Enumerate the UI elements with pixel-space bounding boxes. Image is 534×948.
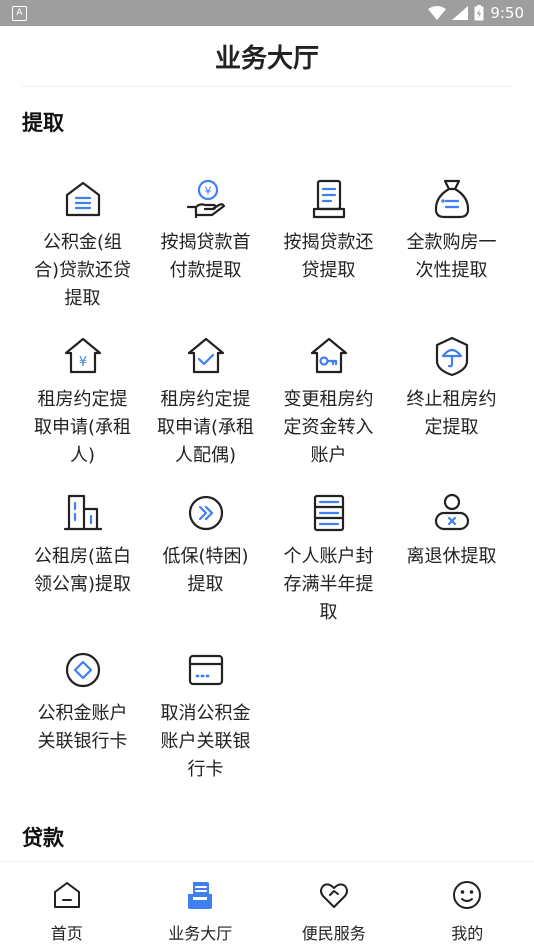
service-change-rent-account[interactable]: 变更租房约定资金转入账户 [267,334,390,471]
house-check-icon [184,334,228,378]
svg-text:¥: ¥ [78,355,86,370]
withdraw-service-grid: 公积金(组合)贷款还贷提取 ¥ 按揭贷款首付款提取 按揭贷款还贷提取 全款购房一… [21,177,534,785]
service-mortgage-downpayment-withdraw[interactable]: ¥ 按揭贷款首付款提取 [144,177,267,314]
service-label: 租房约定提取申请(承租人配偶) [156,389,255,466]
tab-label: 便民服务 [301,924,366,943]
tab-label: 首页 [50,924,83,943]
tab-label: 业务大厅 [168,924,233,943]
service-rent-withdraw-tenant[interactable]: ¥ 租房约定提取申请(承租人) [21,334,144,471]
money-bag-icon [430,177,474,221]
service-label: 终止租房约定提取 [406,389,497,438]
status-time: 9:50 [490,4,524,22]
service-label: 租房约定提取申请(承租人) [33,389,132,466]
service-hall-icon [184,878,216,912]
service-label: 公租房(蓝白领公寓)提取 [33,546,132,595]
service-unlink-bank-card[interactable]: 取消公积金账户关联银行卡 [144,648,267,785]
service-rent-withdraw-spouse[interactable]: 租房约定提取申请(承租人配偶) [144,334,267,471]
bottom-tab-bar: 首页 业务大厅 便民服务 我的 [0,861,534,948]
service-label: 取消公积金账户关联银行卡 [160,703,251,780]
page-title: 业务大厅 [214,43,319,74]
service-link-bank-card[interactable]: 公积金账户关联银行卡 [21,648,144,785]
house-yen-icon: ¥ [61,334,105,378]
wifi-icon [428,6,447,20]
section-title-loan: 贷款 [22,826,64,850]
server-stack-icon [307,491,351,535]
building-icon [61,491,105,535]
house-key-icon [307,334,351,378]
retiree-icon [430,491,474,535]
receipt-icon [307,177,351,221]
double-chevron-icon [184,491,228,535]
battery-icon [474,5,484,21]
service-label: 离退休提取 [406,546,497,567]
service-full-purchase-one-time-withdraw[interactable]: 全款购房一次性提取 [390,177,513,314]
heart-hands-icon [318,878,350,912]
signal-icon [452,6,469,20]
tab-mine[interactable]: 我的 [401,862,534,948]
service-label: 按揭贷款首付款提取 [160,232,251,281]
service-label: 公积金账户关联银行卡 [37,703,128,752]
title-divider [22,86,512,87]
section-title-withdraw: 提取 [22,111,64,135]
bank-card-icon [184,648,228,692]
service-low-income-withdraw[interactable]: 低保(特困)提取 [144,491,267,628]
service-mortgage-repay-withdraw[interactable]: 按揭贷款还贷提取 [267,177,390,314]
service-terminate-rent-withdraw[interactable]: 终止租房约定提取 [390,334,513,471]
status-bar: A 9:50 [0,0,534,26]
smiley-icon [451,878,483,912]
tab-service-hall[interactable]: 业务大厅 [134,862,268,948]
hand-coin-icon: ¥ [184,177,228,221]
home-icon [51,878,83,912]
service-retirement-withdraw[interactable]: 离退休提取 [390,491,513,628]
status-icons: 9:50 [428,4,524,22]
service-public-rental-withdraw[interactable]: 公租房(蓝白领公寓)提取 [21,491,144,628]
service-combined-loan-repay-withdraw[interactable]: 公积金(组合)贷款还贷提取 [21,177,144,314]
tab-convenience-services[interactable]: 便民服务 [267,862,401,948]
service-label: 公积金(组合)贷款还贷提取 [33,232,132,309]
tab-home[interactable]: 首页 [0,862,134,948]
service-label: 变更租房约定资金转入账户 [283,389,374,466]
service-label: 按揭贷款还贷提取 [283,232,374,281]
tab-label: 我的 [451,924,484,943]
service-label: 全款购房一次性提取 [406,232,497,281]
diamond-circle-icon [61,648,105,692]
notification-badge-icon: A [12,5,27,21]
service-label: 个人账户封存满半年提取 [283,546,374,623]
service-account-sealed-withdraw[interactable]: 个人账户封存满半年提取 [267,491,390,628]
house-stack-icon [61,177,105,221]
svg-text:¥: ¥ [204,185,211,198]
service-label: 低保(特困)提取 [162,546,249,595]
shield-umbrella-icon [430,334,474,378]
